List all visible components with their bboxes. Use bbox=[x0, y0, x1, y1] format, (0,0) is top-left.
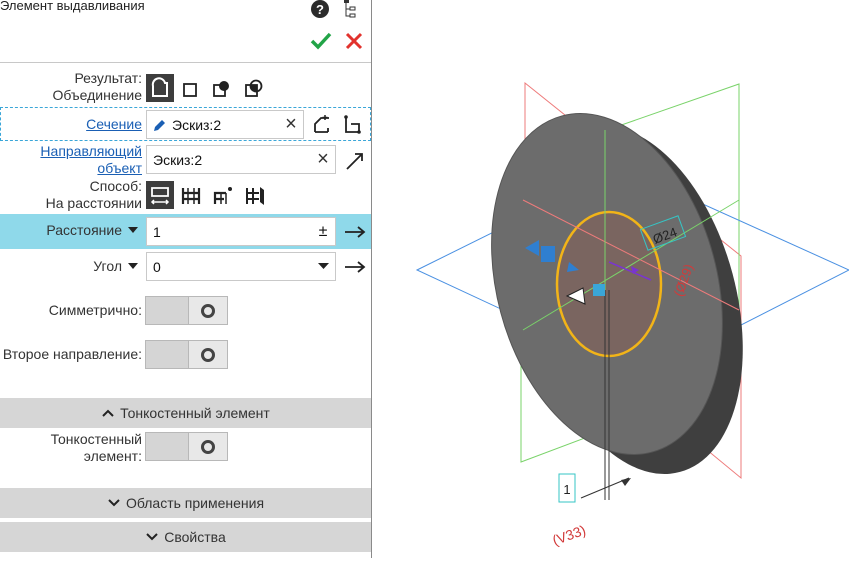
angle-label[interactable]: Угол bbox=[0, 258, 138, 275]
properties-panel: Элемент выдавливания ? Результат: Объеди… bbox=[0, 0, 372, 558]
guide-value: Эскиз:2 bbox=[153, 151, 203, 168]
question-circle-icon[interactable]: ? bbox=[309, 0, 331, 20]
svg-text:?: ? bbox=[316, 2, 324, 17]
union-icon[interactable] bbox=[146, 74, 174, 102]
symmetric-toggle[interactable] bbox=[145, 296, 228, 325]
to-surface-icon[interactable] bbox=[242, 183, 268, 209]
guide-field[interactable]: Эскиз:2 × bbox=[146, 145, 336, 174]
result-label: Результат: Объединение bbox=[0, 70, 142, 104]
angle-value: 0 bbox=[153, 258, 161, 275]
thin-wall-label: Тонкостенный элемент: bbox=[50, 431, 142, 464]
clear-guide-icon[interactable]: × bbox=[311, 148, 335, 171]
direction-arrow-icon[interactable] bbox=[342, 148, 368, 174]
through-all-icon[interactable] bbox=[178, 183, 204, 209]
distance-value: 1 bbox=[153, 223, 161, 240]
3d-viewport[interactable]: Ø24 (Ø29) 1 (V33) bbox=[373, 0, 849, 558]
distance-reverse-arrow-icon[interactable] bbox=[342, 220, 368, 244]
disc-body bbox=[491, 113, 743, 474]
method-label: Способ: На расстоянии bbox=[0, 178, 142, 212]
chevron-up-icon bbox=[102, 409, 114, 417]
new-body-icon[interactable] bbox=[178, 76, 202, 102]
intersect-icon[interactable] bbox=[242, 76, 266, 102]
close-icon[interactable] bbox=[341, 28, 367, 54]
method-value: На расстоянии bbox=[45, 195, 142, 211]
subtract-icon[interactable] bbox=[210, 76, 234, 102]
angle-reverse-arrow-icon[interactable] bbox=[342, 255, 368, 279]
select-contour-icon[interactable] bbox=[310, 112, 334, 138]
bottom-dimension-text: 1 bbox=[563, 482, 570, 497]
properties-section-header[interactable]: Свойства bbox=[0, 522, 371, 552]
pencil-icon bbox=[147, 118, 167, 132]
chevron-down-icon bbox=[128, 227, 138, 233]
checkmark-icon[interactable] bbox=[308, 28, 334, 54]
guide-label-link[interactable]: Направляющий объект bbox=[0, 143, 142, 177]
thin-wall-section-header[interactable]: Тонкостенный элемент bbox=[0, 398, 371, 428]
distance-label[interactable]: Расстояние bbox=[0, 222, 138, 239]
bottom-dimension-text-2: (V33) bbox=[550, 522, 588, 549]
symmetric-label: Симметрично: bbox=[48, 302, 142, 318]
to-vertex-icon[interactable] bbox=[210, 183, 236, 209]
section-field[interactable]: Эскиз:2 × bbox=[146, 110, 304, 139]
angle-select[interactable]: 0 bbox=[146, 252, 336, 281]
dimension-bottom: 1 (V33) bbox=[550, 460, 631, 548]
tree-view-icon[interactable] bbox=[339, 0, 361, 20]
second-direction-toggle[interactable] bbox=[145, 340, 228, 369]
scope-section-header[interactable]: Область применения bbox=[0, 488, 371, 518]
thin-wall-toggle[interactable] bbox=[145, 432, 228, 461]
clear-section-icon[interactable]: × bbox=[279, 113, 303, 136]
sketch-edit-icon[interactable] bbox=[340, 112, 364, 138]
chevron-down-icon bbox=[146, 533, 158, 541]
plusminus-icon[interactable]: ± bbox=[311, 223, 335, 241]
to-distance-icon[interactable] bbox=[146, 181, 174, 209]
result-value: Объединение bbox=[52, 87, 142, 103]
distance-input[interactable]: 1 ± bbox=[146, 217, 336, 246]
panel-title: Элемент выдавливания bbox=[0, 0, 145, 13]
section-value: Эскиз:2 bbox=[172, 116, 222, 133]
header-divider bbox=[0, 62, 371, 63]
chevron-down-icon bbox=[311, 263, 335, 270]
section-label-link[interactable]: Сечение bbox=[0, 116, 142, 133]
chevron-down-icon bbox=[108, 499, 120, 507]
second-direction-label: Второе направление: bbox=[2, 346, 142, 362]
chevron-down-icon bbox=[128, 263, 138, 269]
